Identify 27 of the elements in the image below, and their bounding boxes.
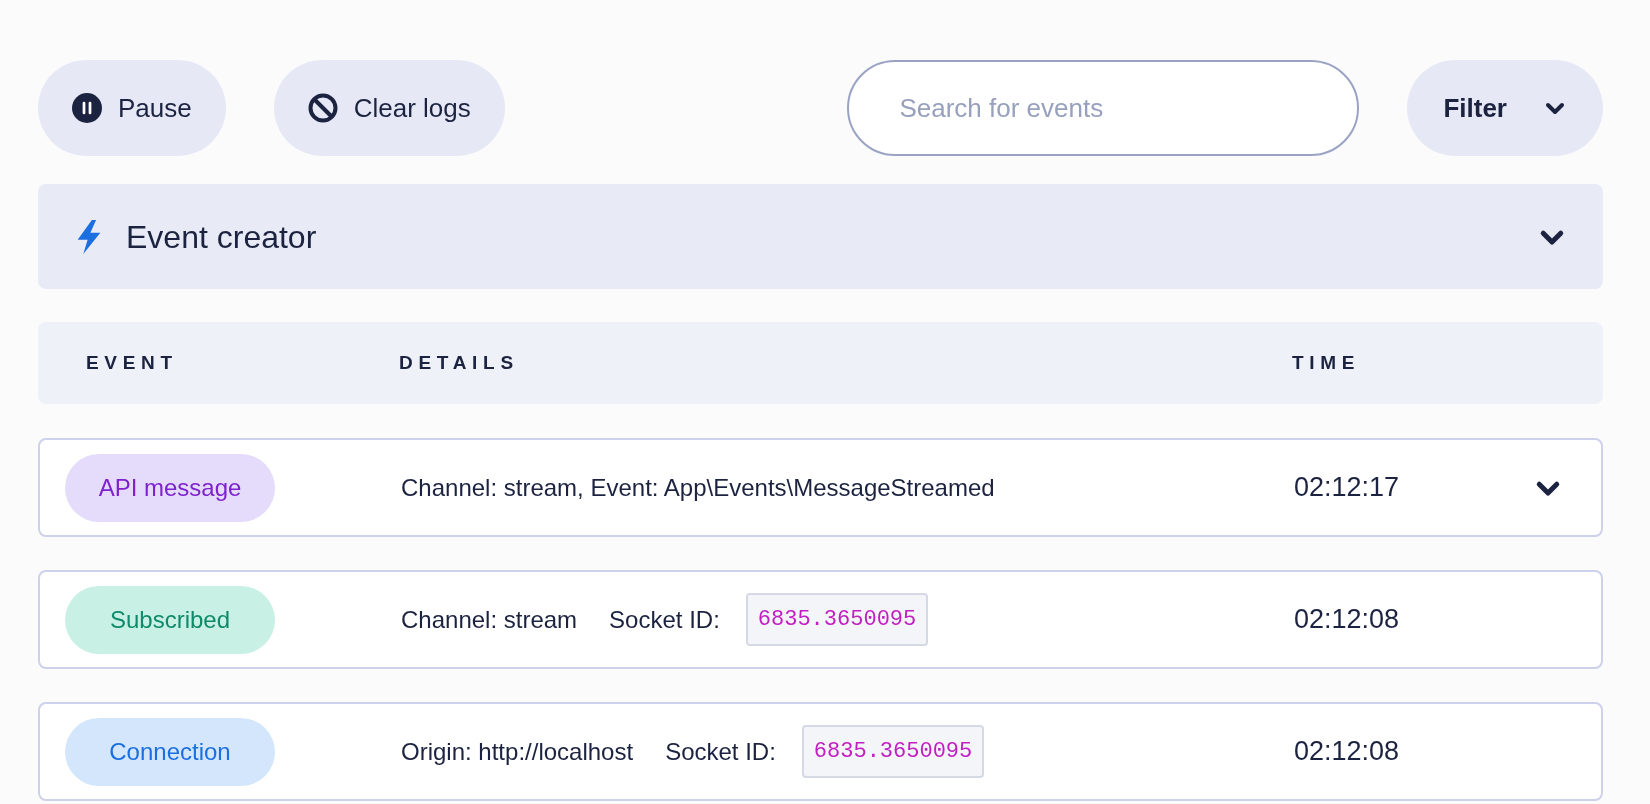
- block-icon: [307, 93, 338, 123]
- event-badge: Subscribed: [65, 585, 275, 654]
- detail-text: Channel: stream: [401, 604, 578, 635]
- pause-icon: [72, 93, 102, 123]
- detail-text: Channel: stream, Event: App\Events\MessageStreamed: [401, 472, 995, 503]
- event-badge: API message: [65, 453, 275, 522]
- panel-title: Event creator: [126, 217, 317, 257]
- event-time: 02:12:17: [1294, 471, 1400, 505]
- event-time: 02:12:08: [1294, 603, 1400, 637]
- event-row[interactable]: Connection Origin: http://localhost Socket ID: 6835.3650095 02:12:08: [38, 702, 1603, 801]
- socket-id-code: 6835.3650095: [801, 725, 985, 778]
- column-header: TIME: [1292, 350, 1361, 375]
- event-creator-panel[interactable]: Event creator: [38, 184, 1603, 289]
- filter-button[interactable]: Filter: [1407, 60, 1603, 156]
- event-badge: Connection: [65, 717, 275, 786]
- event-time: 02:12:08: [1294, 735, 1400, 769]
- socket-id-code: 6835.3650095: [745, 593, 929, 646]
- pause-button[interactable]: Pause: [38, 60, 226, 156]
- column-header: EVENT: [86, 350, 179, 375]
- column-header: DETAILS: [399, 350, 520, 375]
- event-row[interactable]: API message Channel: stream, Event: App\Events\MessageStreamed 02:12:17: [38, 438, 1603, 537]
- event-row[interactable]: Subscribed Channel: stream Socket ID: 6835.3650095 02:12:08: [38, 570, 1603, 669]
- detail-text: Socket ID:: [665, 736, 776, 767]
- detail-text: Origin: http://localhost: [401, 736, 634, 767]
- clear-logs-button[interactable]: Clear logs: [273, 60, 505, 156]
- detail-text: Socket ID:: [609, 604, 720, 635]
- search-field[interactable]: Search for events: [847, 60, 1360, 156]
